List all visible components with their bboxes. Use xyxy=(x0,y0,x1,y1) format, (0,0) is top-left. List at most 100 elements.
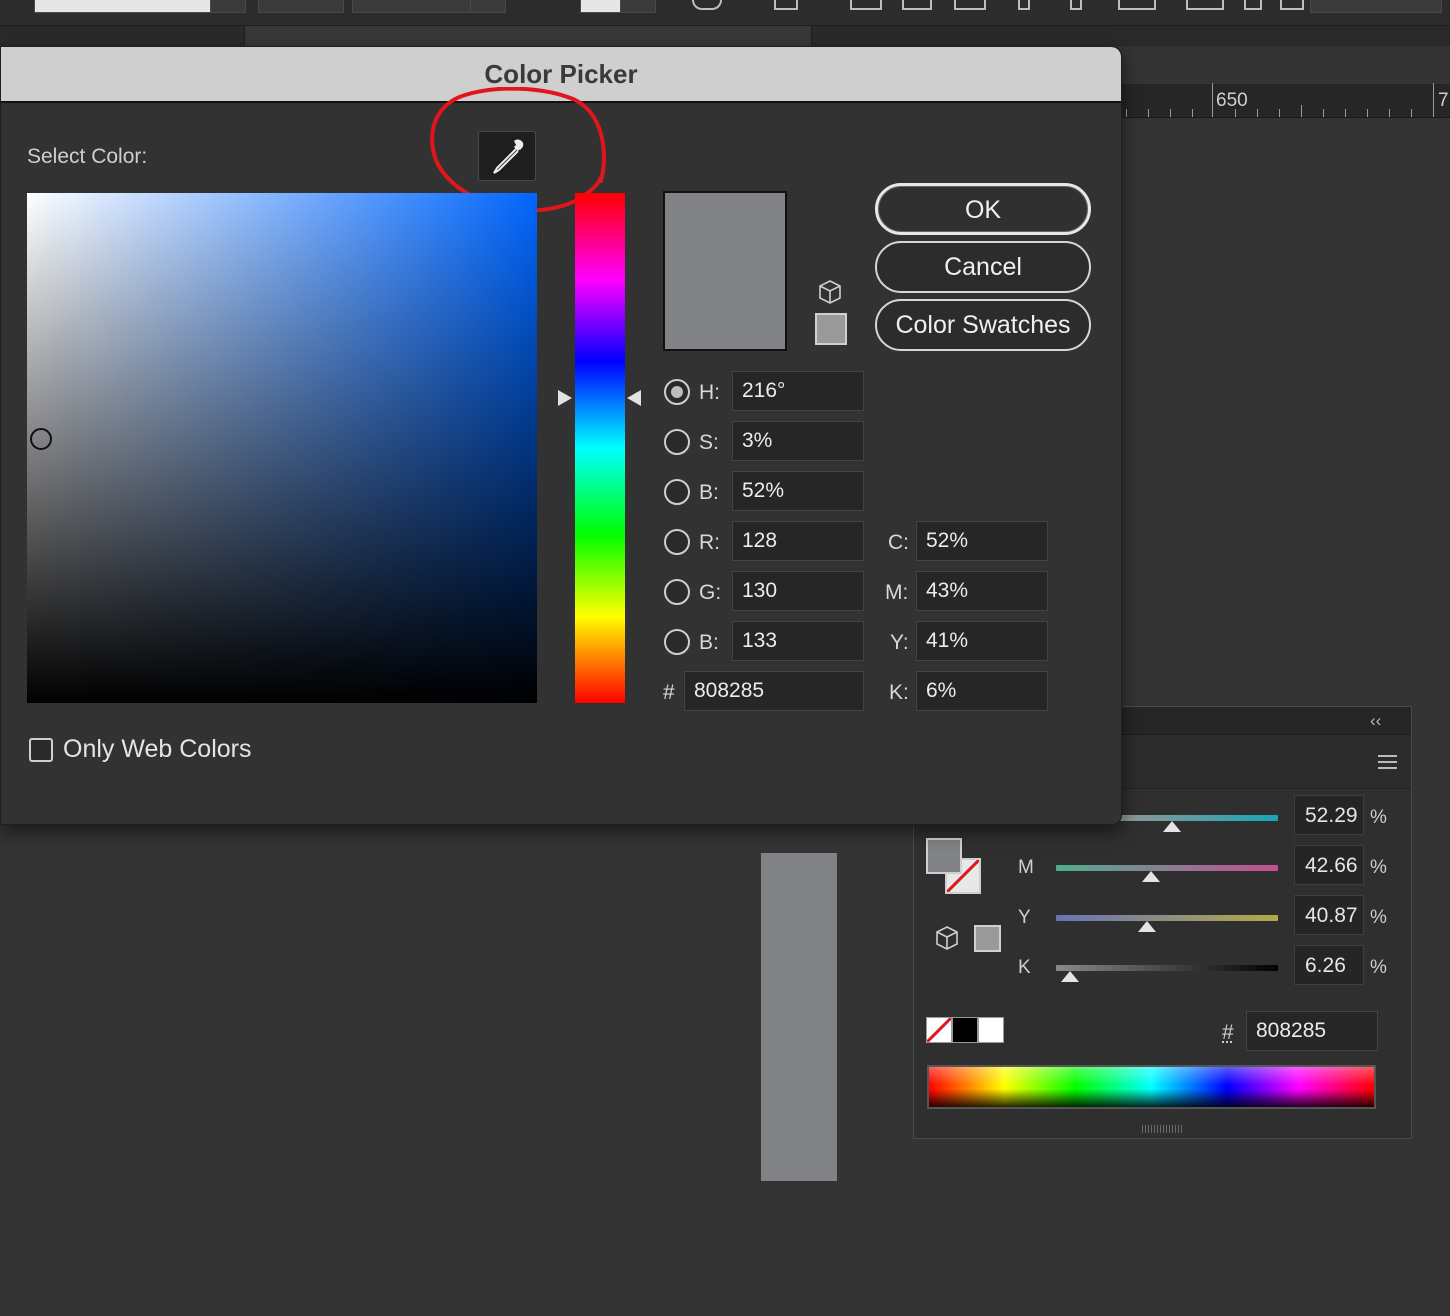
slider-value-c[interactable]: 52.29 xyxy=(1294,795,1364,835)
percent-label: % xyxy=(1370,857,1387,878)
out-of-gamut-cube-icon[interactable] xyxy=(817,279,843,305)
align-right-icon[interactable] xyxy=(954,0,986,10)
eyedropper-button[interactable] xyxy=(478,131,536,181)
r-label: R: xyxy=(699,531,720,554)
none-slash-icon xyxy=(925,1016,953,1044)
toolbar-dropdown[interactable] xyxy=(470,0,506,13)
hex-label: # xyxy=(663,681,675,704)
ruler-tick xyxy=(1323,109,1324,117)
red-input[interactable]: 128 xyxy=(732,521,864,561)
align-middle-icon[interactable] xyxy=(1070,0,1082,10)
gamut-warning-swatch[interactable] xyxy=(815,313,847,345)
dropdown-icon[interactable] xyxy=(1280,0,1304,10)
toolbar-dropdown[interactable] xyxy=(210,0,246,13)
ruler-label: 7 xyxy=(1438,90,1449,111)
radio-h[interactable] xyxy=(664,379,690,405)
black-input[interactable]: 6% xyxy=(916,671,1048,711)
slider-thumb-y[interactable] xyxy=(1137,921,1156,932)
double-chevron-left-icon[interactable]: ‹‹ xyxy=(1370,711,1381,731)
percent-label: % xyxy=(1370,907,1387,928)
color-field-cursor[interactable] xyxy=(30,428,52,450)
percent-label: % xyxy=(1370,807,1387,828)
ruler-tick xyxy=(1170,109,1171,117)
isolate-icon[interactable] xyxy=(1244,0,1262,10)
hue-slider[interactable] xyxy=(575,193,625,703)
slider-value-y[interactable]: 40.87 xyxy=(1294,895,1364,935)
only-web-colors-checkbox[interactable] xyxy=(29,738,53,762)
recolor-icon[interactable] xyxy=(692,0,722,10)
hue-slider-arrow-left[interactable] xyxy=(558,390,572,406)
ruler-tick xyxy=(1148,109,1149,117)
align-left-icon[interactable] xyxy=(850,0,882,10)
hue-slider-arrow-right[interactable] xyxy=(627,390,641,406)
cyan-input[interactable]: 52% xyxy=(916,521,1048,561)
only-web-colors-label[interactable]: Only Web Colors xyxy=(63,735,252,764)
ruler-tick xyxy=(1192,109,1193,117)
out-of-gamut-cube-icon[interactable] xyxy=(934,925,960,956)
hex-input[interactable]: 808285 xyxy=(684,671,864,711)
brightness-input[interactable]: 52% xyxy=(732,471,864,511)
ruler-tick xyxy=(1389,109,1390,117)
slider-thumb-m[interactable] xyxy=(1141,871,1160,882)
align-top-icon[interactable] xyxy=(1018,0,1030,10)
radio-blue[interactable] xyxy=(664,629,690,655)
toolbar-dropdown[interactable] xyxy=(620,0,656,13)
green-input[interactable]: 130 xyxy=(732,571,864,611)
distribute-spacing-icon[interactable] xyxy=(1186,0,1224,10)
percent-label: % xyxy=(1370,957,1387,978)
dialog-title-bar[interactable]: Color Picker xyxy=(1,47,1121,103)
toolbar-swatch[interactable] xyxy=(580,0,622,13)
slider-track-m[interactable] xyxy=(1056,865,1278,871)
ok-button[interactable]: OK xyxy=(875,183,1091,235)
slider-label-k: K xyxy=(1018,957,1031,978)
toolbar-field[interactable] xyxy=(352,0,472,13)
ruler-tick xyxy=(1433,83,1434,117)
radio-g[interactable] xyxy=(664,579,690,605)
slider-value-m[interactable]: 42.66 xyxy=(1294,845,1364,885)
slider-thumb-c[interactable] xyxy=(1163,821,1182,832)
white-swatch[interactable] xyxy=(978,1017,1004,1043)
ruler-tick xyxy=(1345,109,1346,117)
radio-b[interactable] xyxy=(664,479,690,505)
radio-s[interactable] xyxy=(664,429,690,455)
hex-input[interactable]: 808285 xyxy=(1246,1011,1378,1051)
slider-track-k[interactable] xyxy=(1056,965,1278,971)
gamut-swatch[interactable] xyxy=(974,925,1001,952)
radio-r[interactable] xyxy=(664,529,690,555)
canvas-rectangle[interactable] xyxy=(761,853,837,1181)
resize-grip-icon[interactable] xyxy=(1142,1125,1182,1133)
yellow-input[interactable]: 41% xyxy=(916,621,1048,661)
cancel-button[interactable]: Cancel xyxy=(875,241,1091,293)
toolbar-field[interactable] xyxy=(1310,0,1442,13)
dialog-title: Color Picker xyxy=(484,59,638,89)
distribute-icon[interactable] xyxy=(1118,0,1156,10)
m-label: M: xyxy=(885,581,909,604)
hue-input[interactable]: 216° xyxy=(732,371,864,411)
align-center-icon[interactable] xyxy=(902,0,932,10)
ruler-tick xyxy=(1126,109,1127,117)
color-picker-dialog: Color Picker Select Color: OK Cancel Col… xyxy=(0,46,1122,825)
color-spectrum[interactable] xyxy=(927,1065,1376,1109)
saturation-brightness-field[interactable] xyxy=(27,193,537,703)
document-tab[interactable] xyxy=(244,26,812,48)
fill-swatch[interactable] xyxy=(926,838,962,874)
slider-thumb-k[interactable] xyxy=(1060,971,1079,982)
toolbar-field[interactable] xyxy=(34,0,212,13)
ruler-tick xyxy=(1301,105,1302,117)
color-preview xyxy=(663,191,787,351)
slider-value-k[interactable]: 6.26 xyxy=(1294,945,1364,985)
magenta-input[interactable]: 43% xyxy=(916,571,1048,611)
ruler-tick xyxy=(1257,109,1258,117)
ruler-label: 650 xyxy=(1216,90,1248,111)
slider-track-y[interactable] xyxy=(1056,915,1278,921)
blue-input[interactable]: 133 xyxy=(732,621,864,661)
black-swatch[interactable] xyxy=(952,1017,978,1043)
h-label: H: xyxy=(699,381,720,404)
hex-label: # xyxy=(1222,1021,1234,1044)
toolbar-stroke-profile[interactable] xyxy=(258,0,344,13)
hamburger-menu-icon[interactable] xyxy=(1378,755,1397,773)
transform-icon[interactable] xyxy=(774,0,798,10)
none-swatch[interactable] xyxy=(925,1016,953,1044)
saturation-input[interactable]: 3% xyxy=(732,421,864,461)
color-swatches-button[interactable]: Color Swatches xyxy=(875,299,1091,351)
